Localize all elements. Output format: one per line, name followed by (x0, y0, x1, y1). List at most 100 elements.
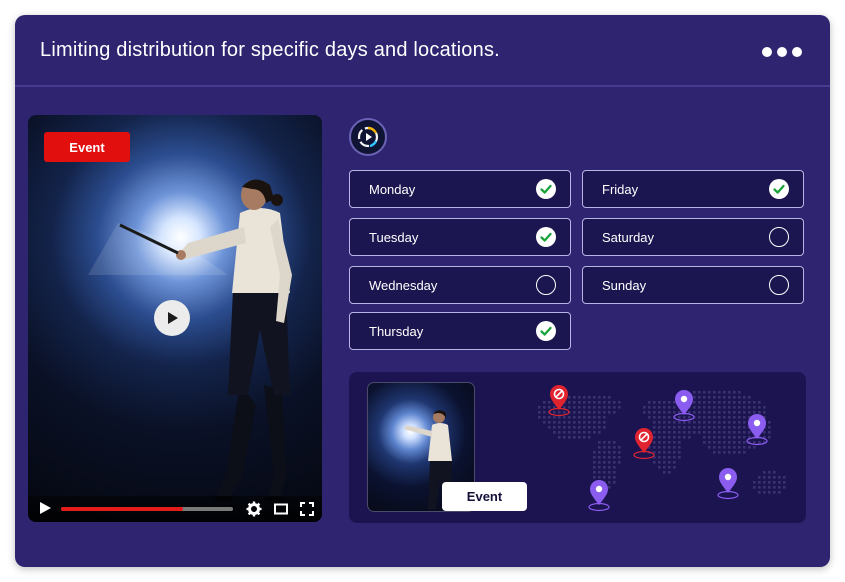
map-dot (728, 396, 731, 399)
map-dot (598, 431, 601, 434)
map-dot (733, 451, 736, 454)
app-logo-icon (357, 126, 379, 148)
map-dot (703, 396, 706, 399)
map-dot (728, 436, 731, 439)
allowed-location-pin[interactable] (587, 480, 611, 517)
map-dot (713, 401, 716, 404)
play-button[interactable] (154, 300, 190, 336)
day-option-saturday[interactable]: Saturday (582, 218, 804, 256)
map-dot (613, 451, 616, 454)
map-dot (658, 466, 661, 469)
allowed-location-pin[interactable] (745, 414, 769, 451)
map-dot (598, 451, 601, 454)
map-dot (713, 416, 716, 419)
map-dot (723, 426, 726, 429)
day-option-sunday[interactable]: Sunday (582, 266, 804, 304)
day-option-tuesday[interactable]: Tuesday (349, 218, 571, 256)
empty-checkbox[interactable] (769, 275, 789, 295)
allowed-location-pin[interactable] (672, 390, 696, 427)
map-dot (728, 446, 731, 449)
map-dot (708, 426, 711, 429)
day-label: Wednesday (369, 278, 438, 293)
map-dot (608, 446, 611, 449)
empty-checkbox[interactable] (769, 227, 789, 247)
play-icon[interactable] (38, 501, 52, 515)
dot (792, 47, 802, 57)
map-dot (703, 441, 706, 444)
settings-gear-icon[interactable] (246, 501, 262, 517)
map-dot (738, 416, 741, 419)
map-dot (603, 466, 606, 469)
map-dot (658, 401, 661, 404)
blocked-location-pin[interactable] (547, 385, 571, 422)
map-dot (618, 461, 621, 464)
map-dot (598, 461, 601, 464)
map-dot (778, 476, 781, 479)
check-icon[interactable] (536, 179, 556, 199)
map-dot (733, 446, 736, 449)
map-dot (733, 431, 736, 434)
map-dot (593, 471, 596, 474)
map-dot (708, 421, 711, 424)
day-option-monday[interactable]: Monday (349, 170, 571, 208)
more-dots-icon[interactable] (762, 47, 802, 57)
map-dot (728, 406, 731, 409)
map-dot (583, 426, 586, 429)
map-dot (713, 446, 716, 449)
map-dot (718, 436, 721, 439)
map-dot (618, 401, 621, 404)
day-label: Tuesday (369, 230, 419, 245)
video-player[interactable]: Event (28, 115, 322, 522)
map-dot (573, 401, 576, 404)
map-dot (608, 401, 611, 404)
progress-fill (61, 507, 184, 511)
map-dot (563, 426, 566, 429)
map-dot (708, 431, 711, 434)
map-dot (578, 426, 581, 429)
map-dot (713, 451, 716, 454)
map-dot (598, 456, 601, 459)
map-dot (708, 406, 711, 409)
map-dot (603, 456, 606, 459)
check-icon[interactable] (769, 179, 789, 199)
map-dot (673, 431, 676, 434)
check-icon[interactable] (536, 227, 556, 247)
map-dot (668, 456, 671, 459)
map-dot (543, 416, 546, 419)
fullscreen-icon[interactable] (299, 501, 315, 517)
map-dot (593, 396, 596, 399)
map-dot (728, 426, 731, 429)
map-dot (573, 421, 576, 424)
map-dot (678, 436, 681, 439)
map-dot (593, 476, 596, 479)
map-dot (568, 436, 571, 439)
theater-mode-icon[interactable] (273, 501, 289, 517)
map-dot (618, 456, 621, 459)
blocked-location-pin[interactable] (632, 428, 656, 465)
map-dot (708, 441, 711, 444)
map-dot (658, 451, 661, 454)
map-dot (653, 401, 656, 404)
day-option-friday[interactable]: Friday (582, 170, 804, 208)
map-dot (598, 426, 601, 429)
map-dot (588, 396, 591, 399)
check-icon[interactable] (536, 321, 556, 341)
day-option-thursday[interactable]: Thursday (349, 312, 571, 350)
allowed-location-pin[interactable] (716, 468, 740, 505)
map-dot (618, 406, 621, 409)
map-dot (718, 411, 721, 414)
map-dot (733, 421, 736, 424)
location-pin-icon (717, 468, 739, 500)
map-dot (758, 486, 761, 489)
map-dot (668, 431, 671, 434)
day-option-wednesday[interactable]: Wednesday (349, 266, 571, 304)
progress-bar[interactable] (61, 507, 233, 511)
app-logo-icon (349, 118, 387, 156)
empty-checkbox[interactable] (536, 275, 556, 295)
map-dot (598, 476, 601, 479)
map-dot (613, 441, 616, 444)
map-dot (668, 411, 671, 414)
map-dot (673, 461, 676, 464)
map-dot (738, 406, 741, 409)
map-dot (698, 411, 701, 414)
